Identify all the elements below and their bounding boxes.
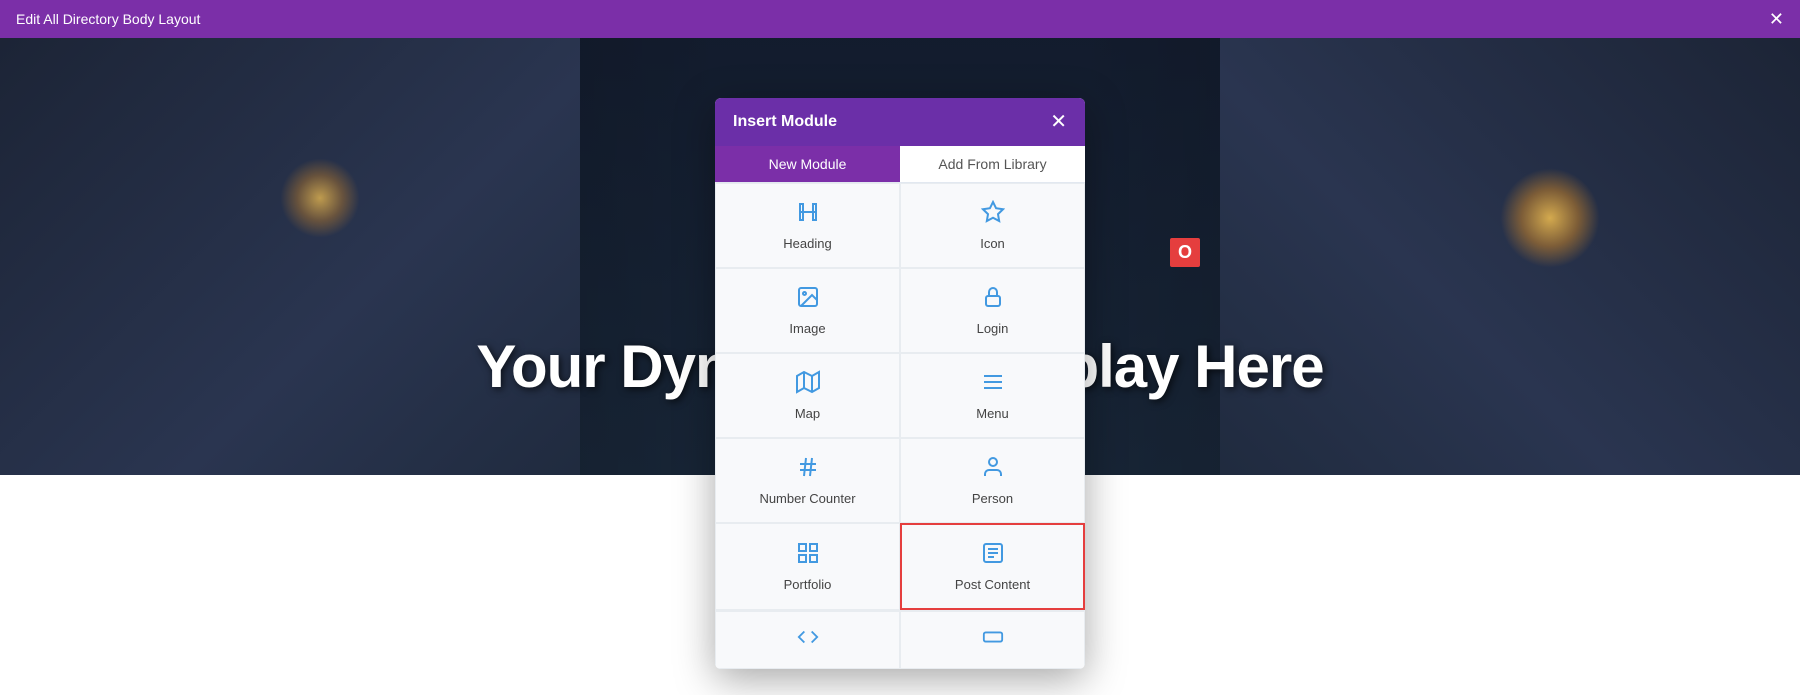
module-icon[interactable]: Icon: [900, 183, 1085, 268]
modal-close-button[interactable]: ✕: [1050, 112, 1067, 132]
post-content-label: Post Content: [955, 577, 1030, 592]
modal-title: Insert Module: [733, 113, 837, 131]
post-content-icon: [981, 541, 1005, 571]
hero-section: O Your Dynam Display Here + + Insert Mod…: [0, 38, 1800, 695]
modal-tabs: New Module Add From Library: [715, 146, 1085, 183]
image-label: Image: [789, 321, 825, 336]
top-bar-close-button[interactable]: ✕: [1769, 10, 1784, 28]
insert-module-modal: Insert Module ✕ New Module Add From Libr…: [715, 98, 1085, 669]
placeholder-icon: [982, 626, 1004, 654]
image-icon: [796, 285, 820, 315]
module-partial-row: [715, 610, 1085, 669]
number-counter-label: Number Counter: [759, 491, 855, 506]
login-label: Login: [977, 321, 1009, 336]
icon-module-icon: [981, 200, 1005, 230]
module-post-content[interactable]: Post Content: [900, 523, 1085, 610]
top-bar: Edit All Directory Body Layout ✕: [0, 0, 1800, 38]
module-menu[interactable]: Menu: [900, 353, 1085, 438]
number-counter-icon: [796, 455, 820, 485]
top-bar-title: Edit All Directory Body Layout: [16, 11, 200, 27]
modal-header: Insert Module ✕: [715, 98, 1085, 146]
map-label: Map: [795, 406, 820, 421]
tab-add-from-library[interactable]: Add From Library: [900, 146, 1085, 182]
module-code[interactable]: [715, 611, 900, 669]
map-icon: [796, 370, 820, 400]
module-number-counter[interactable]: Number Counter: [715, 438, 900, 523]
person-icon: [981, 455, 1005, 485]
heading-icon: [796, 200, 820, 230]
portfolio-icon: [796, 541, 820, 571]
code-icon: [797, 626, 819, 654]
modal-overlay: Insert Module ✕ New Module Add From Libr…: [0, 38, 1800, 695]
module-portfolio[interactable]: Portfolio: [715, 523, 900, 610]
module-grid: Heading Icon: [715, 183, 1085, 610]
module-heading[interactable]: Heading: [715, 183, 900, 268]
icon-label: Icon: [980, 236, 1005, 251]
module-login[interactable]: Login: [900, 268, 1085, 353]
module-person[interactable]: Person: [900, 438, 1085, 523]
tab-new-module[interactable]: New Module: [715, 146, 900, 182]
heading-label: Heading: [783, 236, 831, 251]
login-icon: [981, 285, 1005, 315]
module-image[interactable]: Image: [715, 268, 900, 353]
module-placeholder[interactable]: [900, 611, 1085, 669]
portfolio-label: Portfolio: [784, 577, 832, 592]
module-map[interactable]: Map: [715, 353, 900, 438]
menu-icon: [981, 370, 1005, 400]
menu-label: Menu: [976, 406, 1009, 421]
person-label: Person: [972, 491, 1013, 506]
